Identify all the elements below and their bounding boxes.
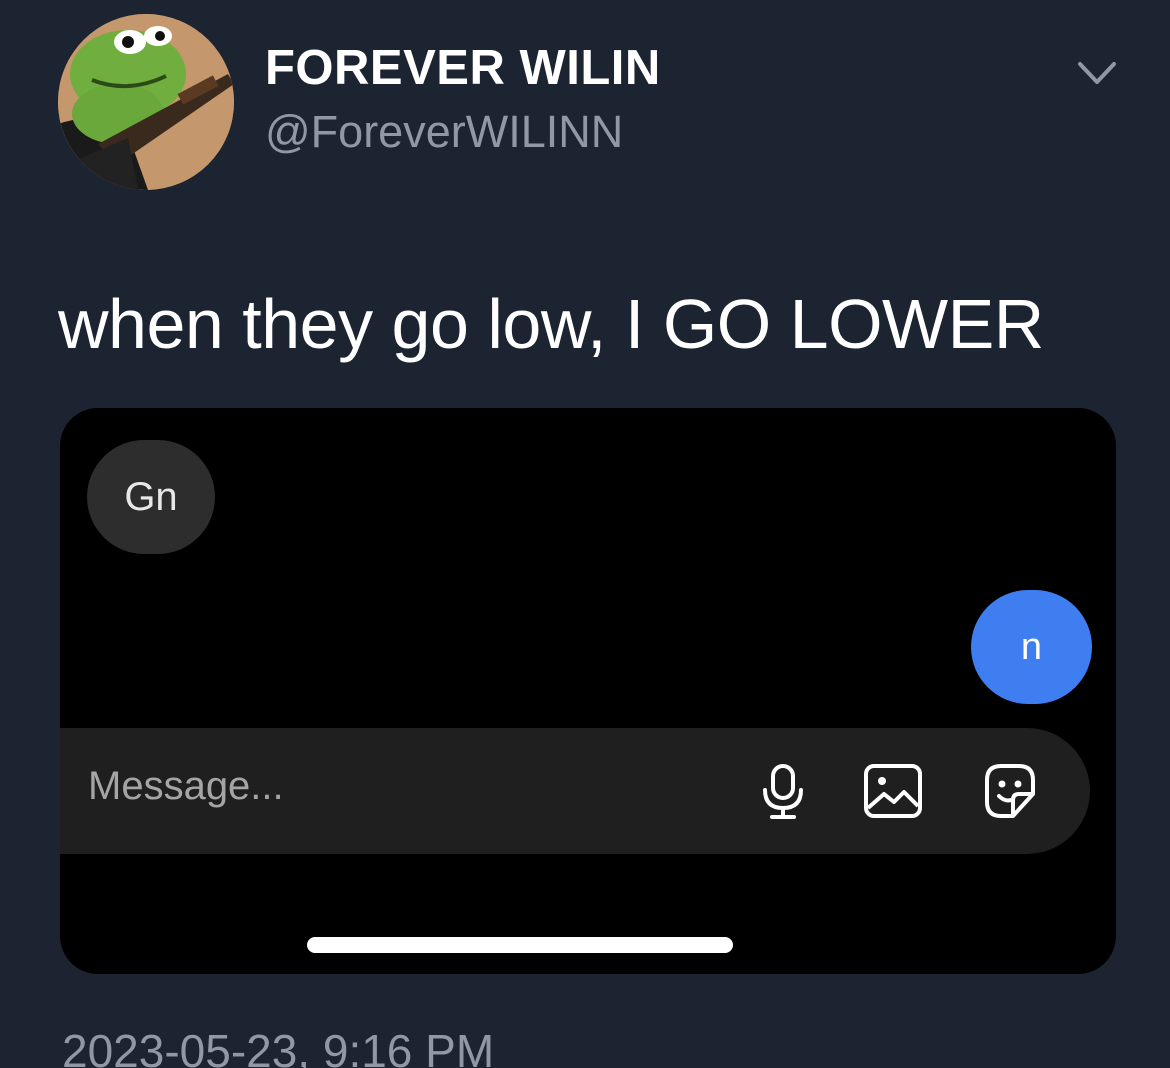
- author-avatar[interactable]: [58, 14, 234, 190]
- frog-avatar-icon: [58, 14, 234, 190]
- tweet-timestamp[interactable]: 2023-05-23, 9:16 PM: [62, 1024, 494, 1068]
- author-handle[interactable]: @ForeverWILINN: [265, 106, 623, 158]
- incoming-message-bubble: Gn: [87, 440, 215, 554]
- outgoing-message-bubble: n: [971, 590, 1092, 704]
- tweet: FOREVER WILIN @ForeverWILINN when they g…: [0, 0, 1170, 1068]
- incoming-message-text: Gn: [124, 474, 178, 519]
- tweet-media-screenshot[interactable]: Gn n Message...: [60, 408, 1116, 974]
- chevron-down-icon[interactable]: [1074, 56, 1120, 90]
- message-composer: Message...: [60, 728, 1090, 854]
- sticker-icon: [985, 764, 1035, 818]
- home-indicator-bar: [307, 937, 733, 953]
- message-input-placeholder: Message...: [88, 764, 284, 808]
- microphone-icon: [763, 764, 803, 819]
- tweet-text: when they go low, I GO LOWER: [58, 285, 1044, 363]
- outgoing-message-text: n: [1020, 625, 1043, 668]
- image-icon: [864, 764, 922, 818]
- author-display-name[interactable]: FOREVER WILIN: [265, 40, 661, 96]
